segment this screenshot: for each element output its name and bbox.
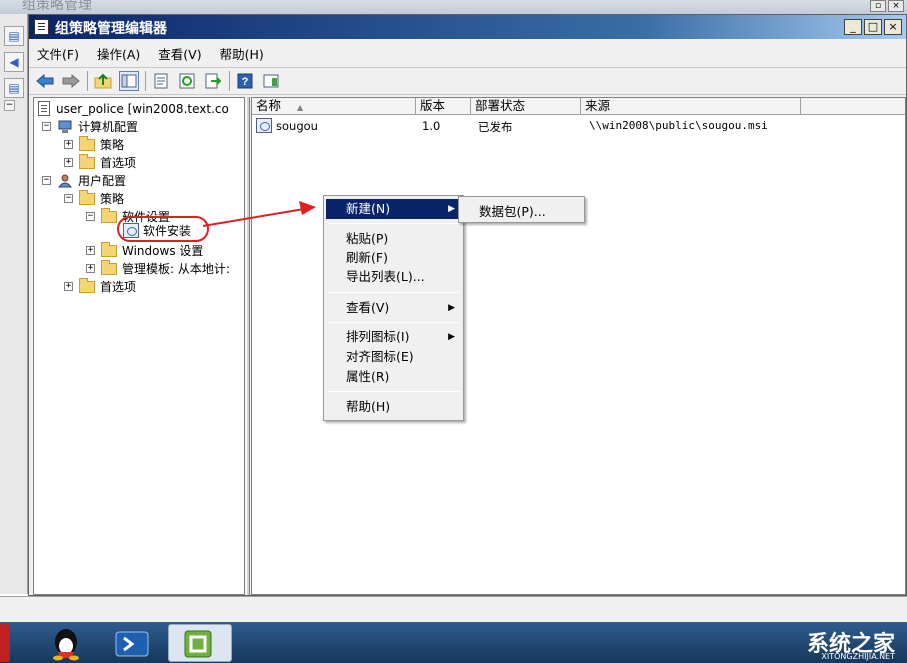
ctx-item-label: 新建(N) (346, 201, 391, 216)
menu-separator (328, 391, 459, 392)
ctx-item-new[interactable]: 新建(N) ▶ (326, 199, 461, 219)
ctx-item-label: 查看(V) (346, 300, 390, 315)
ctx-item-export-list[interactable]: 导出列表(L)... (326, 267, 461, 287)
menu-separator (328, 322, 459, 323)
qq-taskbar-icon[interactable] (38, 624, 94, 662)
ctx-item-label: 排列图标(I) (346, 329, 410, 344)
watermark-url: XITONGZHIJIA.NET (821, 652, 895, 661)
status-bar (0, 596, 907, 622)
start-button[interactable] (0, 624, 10, 662)
context-menu: 新建(N) ▶ 粘贴(P) 刷新(F) 导出列表(L)... 查看(V) ▶ 排… (323, 195, 464, 421)
submenu-arrow-icon: ▶ (448, 204, 455, 214)
ctx-item-properties[interactable]: 属性(R) (326, 367, 461, 387)
submenu-arrow-icon: ▶ (448, 332, 455, 342)
submenu-arrow-icon: ▶ (448, 303, 455, 313)
menu-separator (328, 292, 459, 293)
context-submenu-new: 数据包(P)... (458, 196, 585, 223)
ctx-item-line-up-icons[interactable]: 对齐图标(E) (326, 347, 461, 367)
ctx-item-refresh[interactable]: 刷新(F) (326, 248, 461, 268)
ctx-item-paste[interactable]: 粘贴(P) (326, 229, 461, 249)
ctx-item-arrange-icons[interactable]: 排列图标(I) ▶ (326, 327, 461, 347)
taskbar: 系统之家 XITONGZHIJIA.NET (0, 622, 907, 663)
powershell-taskbar-icon[interactable] (104, 624, 160, 662)
menu-separator (328, 223, 459, 224)
submenu-item-package[interactable]: 数据包(P)... (479, 201, 546, 220)
ctx-item-view[interactable]: 查看(V) ▶ (326, 298, 461, 318)
gpmc-taskbar-icon[interactable] (168, 624, 232, 662)
ctx-item-help[interactable]: 帮助(H) (326, 397, 461, 417)
